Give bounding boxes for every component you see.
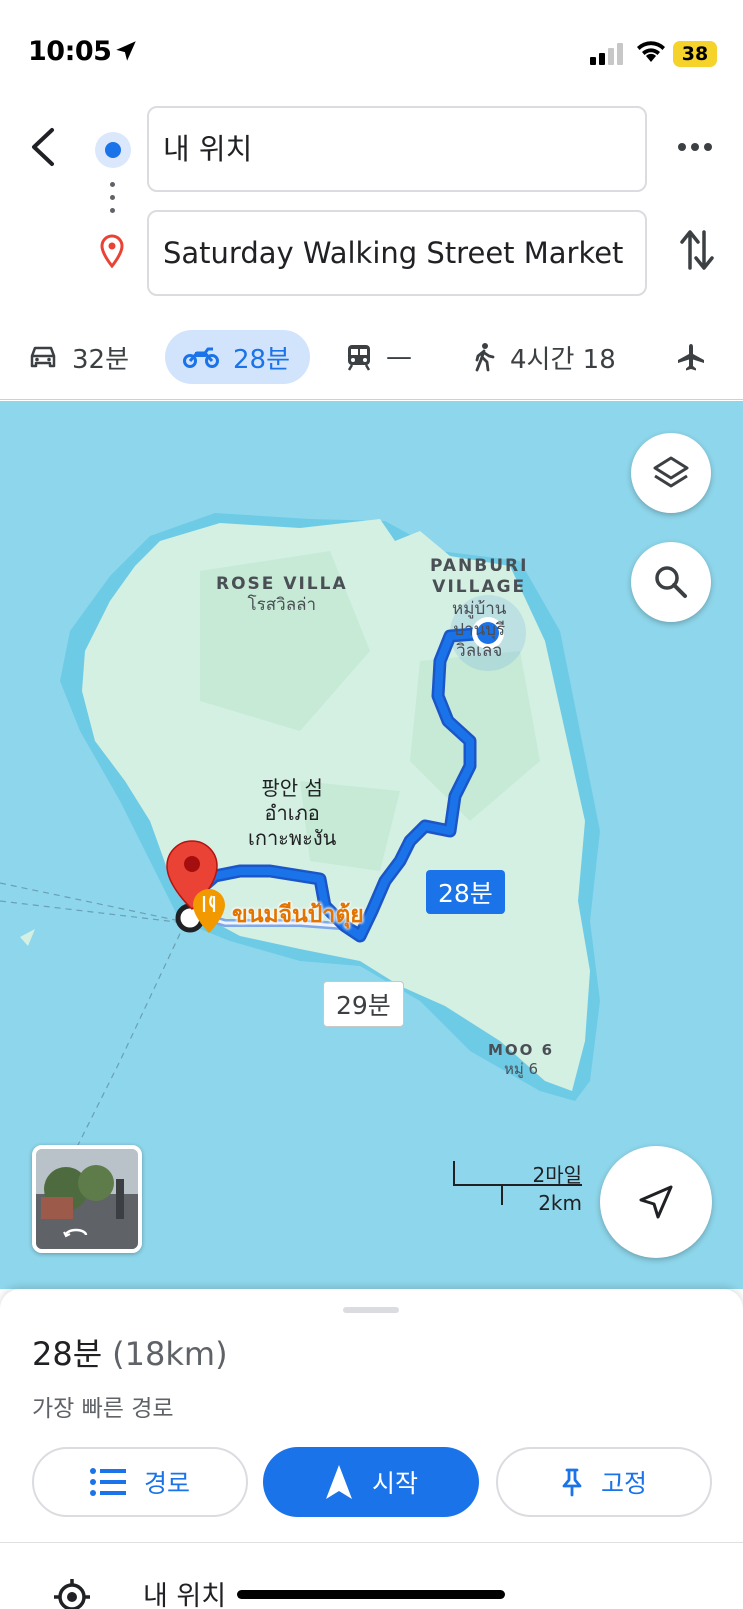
route-connector-dots [110,182,116,218]
sheet-divider [0,1542,743,1543]
swap-direction-icon[interactable] [680,228,714,272]
map-label-rose-villa: ROSE VILLA โรสวิลล่า [216,574,348,616]
origin-field[interactable]: 내 위치 [147,106,647,192]
start-button-label: 시작 [371,1469,418,1498]
car-duration: 32분 [72,344,130,375]
pin-icon [562,1468,582,1497]
sheet-drag-handle[interactable] [343,1307,399,1313]
walking-icon [475,343,495,372]
my-location-label: 내 위치 [143,1581,227,1609]
map-label-panburi-village: PANBURI VILLAGE หมู่บ้าน ปานบุรี วิลเลจ [430,556,529,661]
my-location-icon [54,1579,90,1609]
route-bottom-sheet: 28분 (18km) 가장 빠른 경로 경로 시작 고정 내 위치 [0,1289,743,1609]
battery-indicator: 38 [673,41,717,67]
back-arrow-icon[interactable] [26,124,66,170]
steps-button[interactable]: 경로 [32,1447,248,1517]
route-eta-badge-main[interactable]: 28분 [426,870,505,914]
status-time: 10:05 [28,36,112,67]
directions-header: 내 위치 Saturday Walking Street Market [0,100,743,310]
street-view-thumbnail[interactable] [32,1145,142,1253]
mode-flight[interactable] [676,330,720,384]
search-icon [655,566,687,598]
destination-field[interactable]: Saturday Walking Street Market [147,210,647,296]
transit-icon [347,345,371,371]
origin-dot-icon [95,132,131,168]
pin-button[interactable]: 고정 [496,1447,712,1517]
scale-miles: 2마일 [532,1163,582,1187]
wifi-icon [637,41,665,62]
mode-walk[interactable]: 4시간 18 [472,330,616,384]
transit-duration: — [386,342,412,372]
travel-mode-bar: 32분 28분 — 4시간 18 [0,310,743,400]
navigation-arrow-icon [639,1185,673,1219]
islet [20,929,35,946]
layers-button[interactable] [631,433,711,513]
steps-button-label: 경로 [143,1469,190,1498]
mode-motorcycle[interactable]: 28분 [165,330,310,384]
walk-duration: 4시간 18 [510,344,616,375]
layers-icon [653,456,689,488]
motorcycle-icon [183,347,219,368]
route-duration: 28분 [32,1335,103,1373]
pin-button-label: 고정 [600,1469,647,1498]
search-along-route-button[interactable] [631,542,711,622]
start-navigation-button[interactable]: 시작 [263,1447,479,1517]
mode-car[interactable]: 32분 [28,330,129,384]
status-bar: 10:05 38 [0,0,743,100]
map-label-koh-phangan: 팡안 섬 อำเภอ เกาะพะงัน [248,776,337,850]
scale-km: 2km [538,1191,582,1215]
route-eta-badge-alternate[interactable]: 29분 [323,981,404,1027]
list-icon [89,1468,126,1496]
recenter-button[interactable] [600,1146,712,1258]
navigation-start-icon [325,1465,352,1499]
airplane-icon [678,344,704,371]
location-arrow-icon [116,41,136,61]
home-indicator[interactable] [237,1590,505,1599]
route-distance: (18km) [112,1335,228,1373]
mode-transit[interactable]: — [346,330,412,384]
destination-pin-icon [100,234,124,268]
map-label-moo-6: MOO 6 หมู่ 6 [488,1041,555,1078]
motorcycle-duration: 28분 [233,344,291,375]
car-icon [30,346,56,368]
route-description: 가장 빠른 경로 [32,1396,174,1422]
more-options-icon[interactable] [677,140,713,154]
restaurant-label[interactable]: ขนมจีนป้าตุ้ย [232,897,364,933]
cellular-signal-icon [590,43,623,65]
map-view[interactable]: ROSE VILLA โรสวิลล่า PANBURI VILLAGE หมู… [0,401,743,1289]
route-summary: 28분 (18km) [32,1329,228,1375]
map-scale: 2마일 2km [452,1159,582,1219]
street-view-image [36,1149,138,1249]
ferry-route-line [0,882,181,922]
